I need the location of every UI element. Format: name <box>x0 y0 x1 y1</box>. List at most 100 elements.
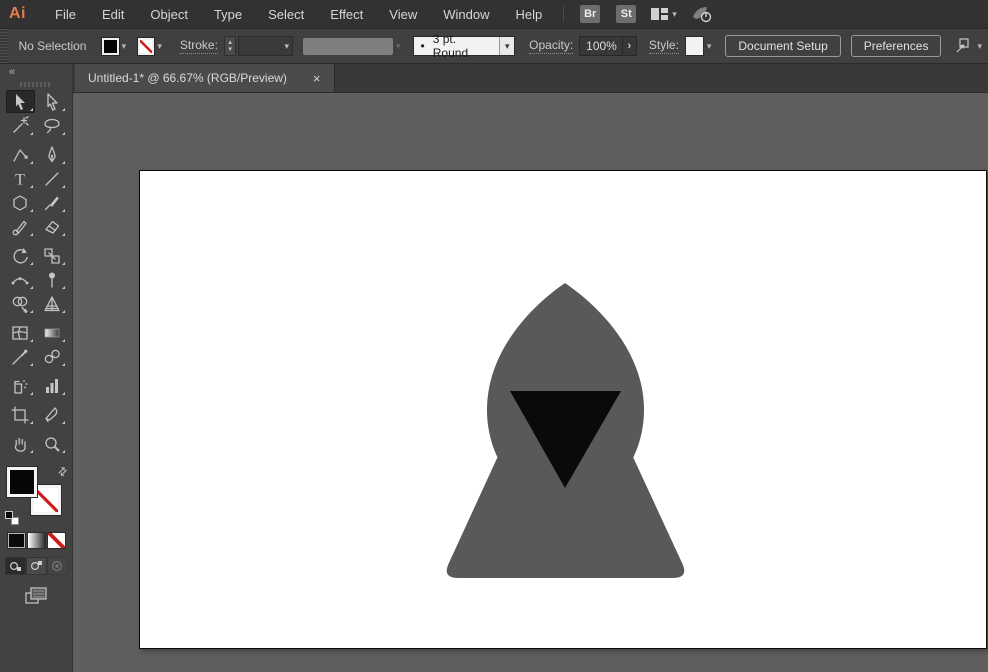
tools-panel: « T ⇄ <box>0 64 73 672</box>
arrange-documents-icon[interactable]: ▾ <box>650 7 677 21</box>
tool-type[interactable]: T <box>6 167 35 190</box>
tool-mesh[interactable] <box>6 321 35 344</box>
swap-fill-stroke-icon[interactable]: ⇄ <box>55 464 70 479</box>
stock-button[interactable]: St <box>616 5 637 23</box>
artboard-icon <box>11 405 29 424</box>
blend-icon <box>44 349 60 363</box>
tool-line-segment[interactable] <box>38 167 67 190</box>
gradient-button[interactable] <box>27 533 45 548</box>
menu-window[interactable]: Window <box>430 0 502 28</box>
hand-icon <box>14 437 26 452</box>
brush-chevron-icon[interactable]: ▾ <box>499 37 515 55</box>
tool-scale[interactable] <box>38 244 67 267</box>
stroke-color-swatch[interactable] <box>138 37 155 55</box>
tool-shaper[interactable] <box>6 215 35 238</box>
width-profile-dropdown[interactable] <box>302 37 394 55</box>
color-button[interactable] <box>7 533 25 548</box>
panel-options-icon[interactable]: ▾ <box>954 38 982 54</box>
column-graph-icon <box>46 378 58 393</box>
default-fill-stroke-icon[interactable] <box>5 511 19 525</box>
tool-zoom[interactable] <box>38 432 67 455</box>
tool-perspective-grid[interactable] <box>38 292 67 315</box>
panel-grip[interactable] <box>20 82 52 87</box>
opacity-input[interactable]: 100% <box>579 36 623 56</box>
chevron-down-icon: ▾ <box>396 40 401 51</box>
paintbrush-icon <box>44 196 59 210</box>
stroke-weight-stepper[interactable]: ▴ ▾ <box>223 36 237 56</box>
draw-behind-button[interactable] <box>25 557 47 575</box>
fill-color-swatch[interactable] <box>102 37 119 55</box>
bridge-button[interactable]: Br <box>580 5 601 23</box>
tool-paintbrush[interactable] <box>38 191 67 214</box>
tool-rotate[interactable] <box>6 244 35 267</box>
tool-shape[interactable] <box>6 191 35 214</box>
document-setup-button[interactable]: Document Setup <box>725 35 841 57</box>
tool-direct-selection[interactable] <box>38 90 67 113</box>
tool-curvature[interactable] <box>6 143 35 166</box>
opacity-arrow-button[interactable]: › <box>622 36 637 56</box>
stroke-weight-label[interactable]: Stroke: <box>179 38 218 54</box>
tool-puppet-warp[interactable] <box>38 268 67 291</box>
menu-select[interactable]: Select <box>255 0 317 28</box>
menu-separator <box>563 6 565 22</box>
stepper-down-icon[interactable]: ▾ <box>228 46 232 53</box>
shape-builder-icon <box>12 296 28 313</box>
menu-object[interactable]: Object <box>137 0 201 28</box>
style-label[interactable]: Style: <box>648 38 679 54</box>
pen-icon <box>48 145 56 162</box>
tool-width[interactable] <box>6 268 35 291</box>
chevron-down-icon: ▾ <box>977 40 982 51</box>
document-tab-title: Untitled-1* @ 66.67% (RGB/Preview) <box>88 71 287 85</box>
none-button[interactable] <box>47 533 65 548</box>
tool-eraser[interactable] <box>38 215 67 238</box>
eyedropper-icon <box>12 349 28 365</box>
control-bar-grip[interactable] <box>0 29 9 63</box>
artboard[interactable] <box>139 170 987 649</box>
preferences-button[interactable]: Preferences <box>850 35 942 57</box>
fill-stroke-controls: ⇄ <box>5 464 70 525</box>
svg-text:T: T <box>15 171 25 188</box>
gradient-icon <box>44 328 60 337</box>
gpu-performance-icon[interactable] <box>689 5 713 23</box>
fill-chevron-icon[interactable]: ▾ <box>122 41 127 52</box>
menu-help[interactable]: Help <box>502 0 555 28</box>
style-chevron-icon[interactable]: ▾ <box>707 41 712 52</box>
opacity-label[interactable]: Opacity: <box>529 38 574 54</box>
draw-inside-button[interactable] <box>46 557 68 575</box>
menu-type[interactable]: Type <box>201 0 255 28</box>
document-tab[interactable]: Untitled-1* @ 66.67% (RGB/Preview) × <box>75 64 335 92</box>
screen-mode-button[interactable] <box>24 586 48 610</box>
menu-file[interactable]: File <box>42 0 89 28</box>
tool-column-graph[interactable] <box>38 374 67 397</box>
tool-hand[interactable] <box>6 432 35 455</box>
stepper-up-icon[interactable]: ▴ <box>228 39 232 46</box>
tool-selection[interactable] <box>5 90 35 113</box>
tool-blend[interactable] <box>38 345 67 368</box>
stroke-weight-dropdown[interactable]: ▾ <box>238 36 293 56</box>
canvas-pasteboard[interactable] <box>73 93 988 672</box>
tool-slice[interactable] <box>38 403 67 426</box>
symbol-sprayer-icon <box>14 379 28 394</box>
style-dropdown[interactable] <box>684 36 704 56</box>
tool-magic-wand[interactable] <box>6 114 35 137</box>
menu-view[interactable]: View <box>376 0 430 28</box>
tool-pen[interactable] <box>38 143 67 166</box>
fill-swatch[interactable] <box>7 467 37 497</box>
tool-artboard[interactable] <box>6 403 35 426</box>
artwork-hooded-figure <box>446 283 685 578</box>
close-tab-icon[interactable]: × <box>313 71 321 86</box>
stroke-chevron-icon[interactable]: ▾ <box>157 41 162 52</box>
menu-effect[interactable]: Effect <box>317 0 376 28</box>
tool-shape-builder[interactable] <box>6 292 35 315</box>
tool-gradient[interactable] <box>38 321 67 344</box>
collapse-panel-icon[interactable]: « <box>0 64 15 78</box>
brush-definition-combo[interactable]: • 3 pt. Round ▾ <box>412 32 516 60</box>
tool-symbol-sprayer[interactable] <box>6 374 35 397</box>
eraser-icon <box>45 220 60 234</box>
selection-status: No Selection <box>18 39 87 53</box>
chevron-down-icon: ▾ <box>284 40 289 51</box>
tool-eyedropper[interactable] <box>6 345 35 368</box>
tool-lasso[interactable] <box>38 114 67 137</box>
draw-normal-button[interactable] <box>4 557 26 575</box>
menu-edit[interactable]: Edit <box>89 0 137 28</box>
